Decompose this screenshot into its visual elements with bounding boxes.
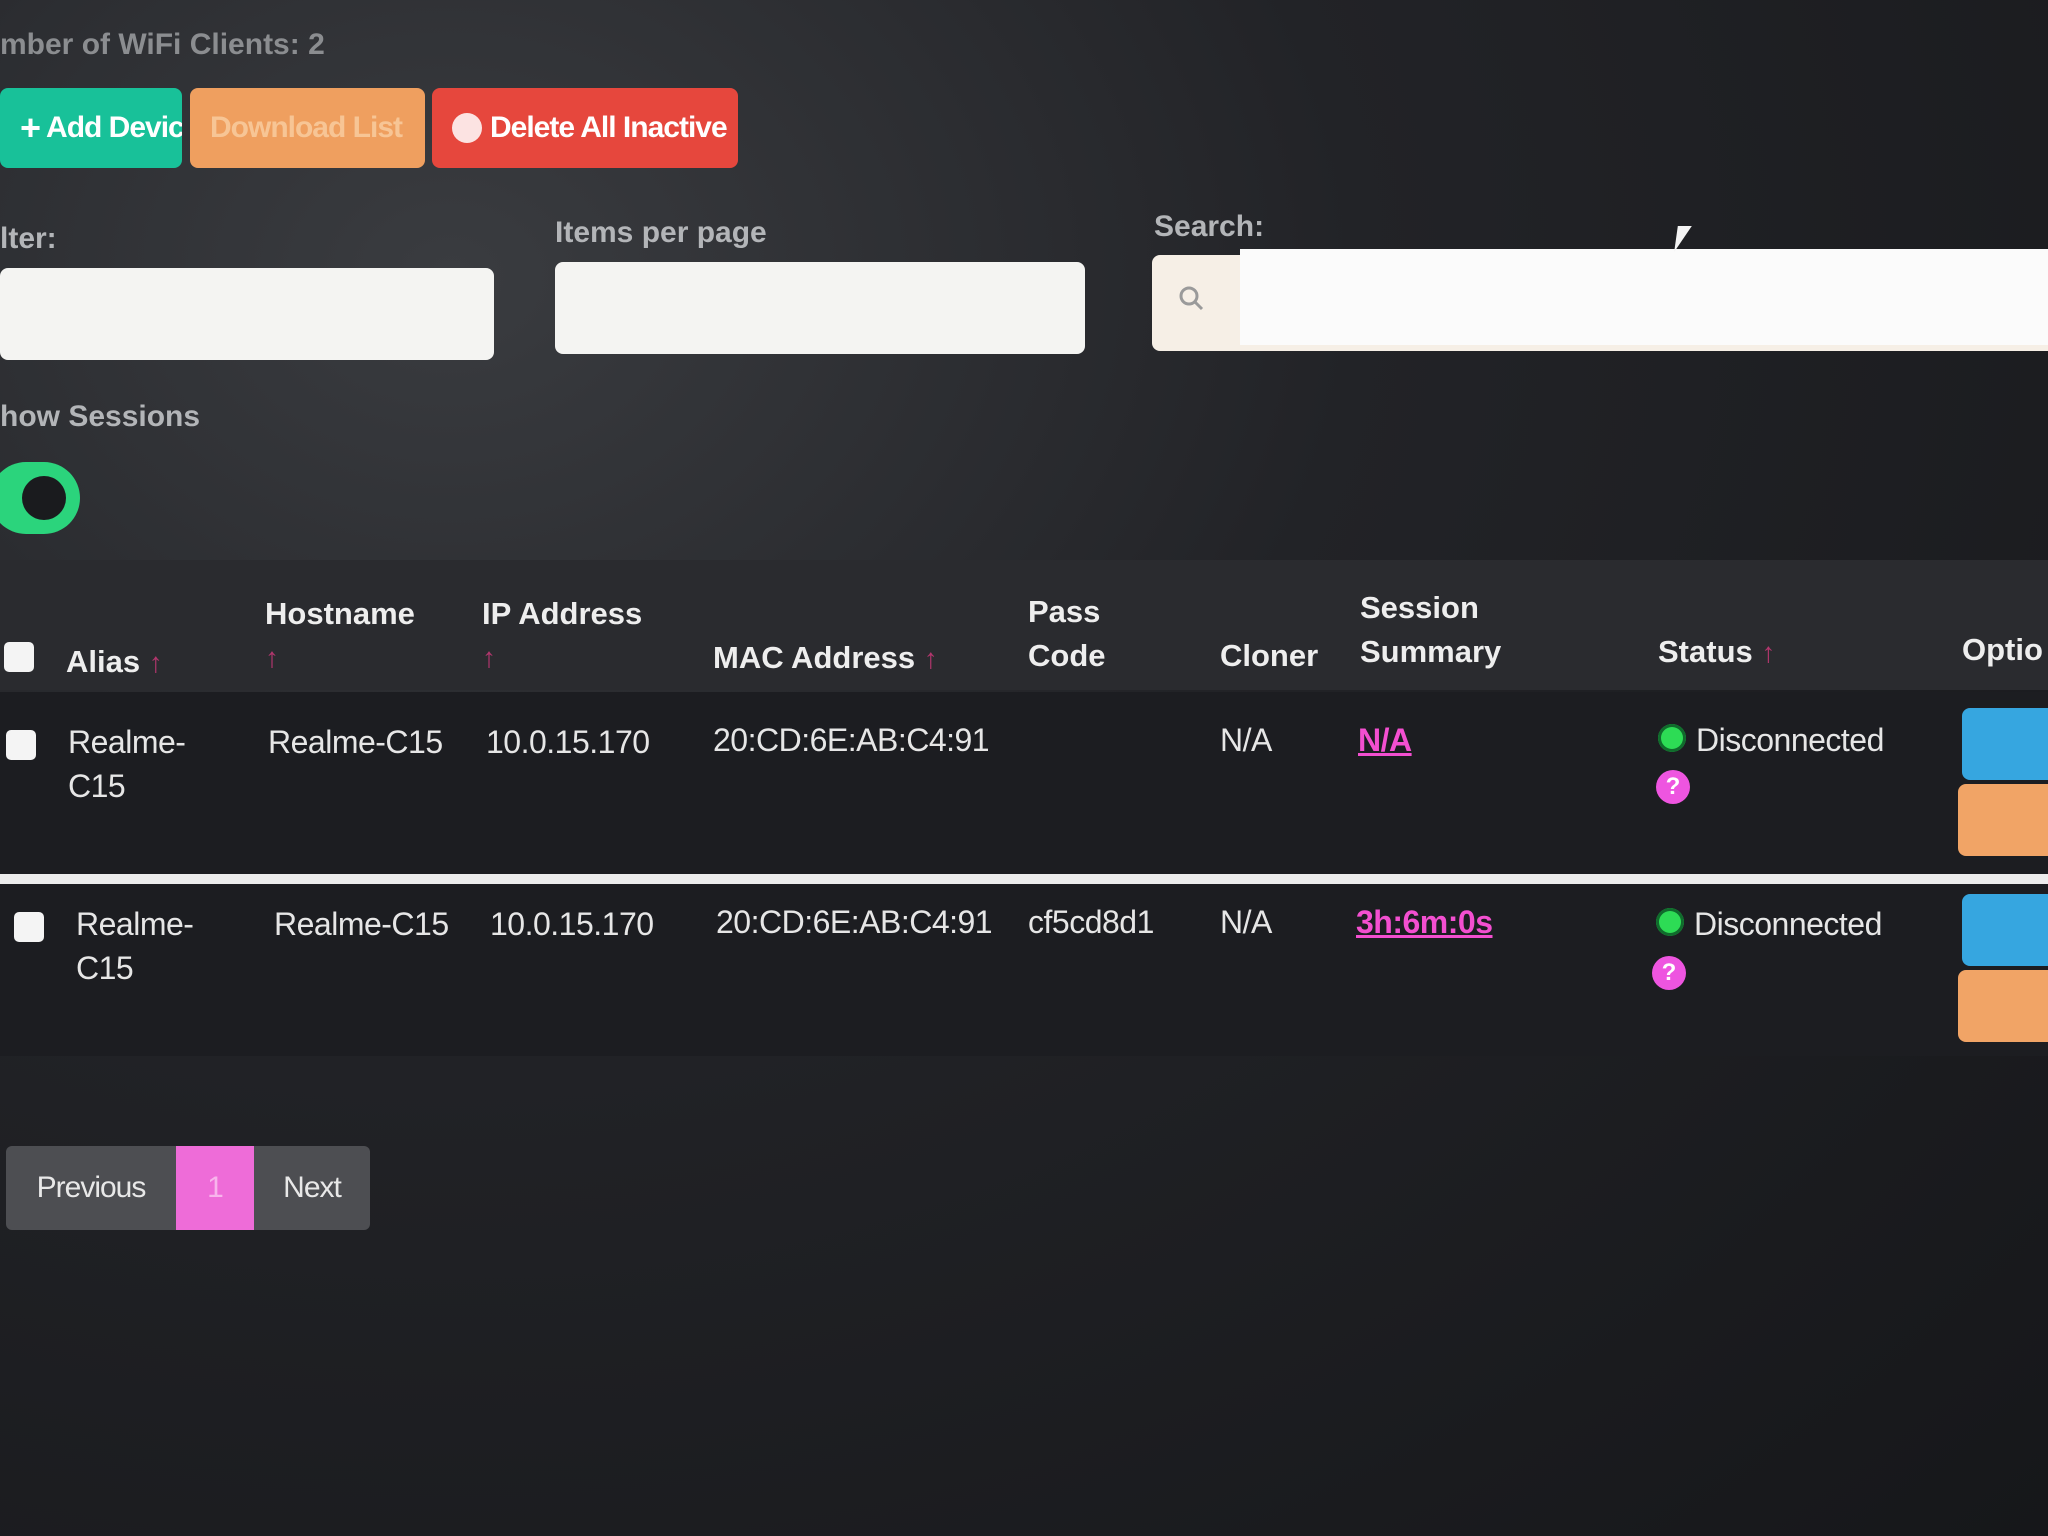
session-summary-link[interactable]: 3h:6m:0s <box>1356 900 1493 944</box>
add-device-button[interactable]: + Add Device <box>0 88 182 168</box>
search-input[interactable] <box>1240 249 2048 345</box>
header-hostname[interactable]: Hostname ↑ <box>265 592 415 680</box>
cell-ip: 10.0.15.170 <box>486 724 650 760</box>
sort-arrow-icon: ↑ <box>482 642 496 673</box>
cell-cloner: N/A <box>1220 722 1272 758</box>
cell-cloner: N/A <box>1220 904 1272 940</box>
wifi-clients-count: mber of WiFi Clients: 2 <box>0 28 325 61</box>
help-icon[interactable]: ? <box>1656 770 1690 804</box>
cell-alias: Realme- C15 <box>76 906 194 986</box>
items-per-page-label: Items per page <box>555 216 767 249</box>
cell-pass-code: cf5cd8d1 <box>1028 904 1154 940</box>
delete-all-inactive-button[interactable]: Delete All Inactive <box>432 88 738 168</box>
filter-label: lter: <box>0 222 57 255</box>
pagination: Previous 1 Next <box>6 1146 370 1230</box>
header-pass-code[interactable]: Pass Code <box>1028 590 1106 678</box>
cell-status: Disconnected <box>1696 722 1884 758</box>
session-summary-link[interactable]: N/A <box>1358 718 1412 762</box>
header-mac-address[interactable]: MAC Address ↑ <box>713 636 938 681</box>
status-dot-icon <box>1656 908 1684 936</box>
edit-button[interactable] <box>1958 784 2048 856</box>
header-status[interactable]: Status ↑ <box>1658 630 1775 675</box>
plus-icon: + <box>20 107 41 148</box>
cell-hostname: Realme-C15 <box>274 906 449 942</box>
help-icon[interactable]: ? <box>1652 956 1686 990</box>
row-divider <box>0 874 2048 884</box>
page-1-button[interactable]: 1 <box>176 1146 254 1230</box>
download-list-button[interactable]: Download List <box>190 88 425 168</box>
search-box[interactable] <box>1152 249 2048 351</box>
show-sessions-label: how Sessions <box>0 400 201 433</box>
table-header: Alias ↑ Hostname ↑ IP Address ↑ MAC Addr… <box>0 560 2048 690</box>
search-label: Search: <box>1154 210 1265 243</box>
toggle-knob <box>22 476 66 520</box>
filter-input[interactable] <box>0 268 494 360</box>
table-row: Realme- C15 Realme-C15 10.0.15.170 20:CD… <box>0 692 2048 874</box>
select-all-checkbox[interactable] <box>4 642 34 672</box>
table-row: Realme- C15 Realme-C15 10.0.15.170 20:CD… <box>0 884 2048 1056</box>
search-icon <box>1179 286 1204 311</box>
cell-status: Disconnected <box>1694 906 1882 942</box>
items-per-page-select[interactable] <box>555 262 1085 354</box>
header-options: Optio <box>1962 632 2043 667</box>
next-page-button[interactable]: Next <box>254 1146 370 1230</box>
cell-mac: 20:CD:6E:AB:C4:91 <box>716 904 993 940</box>
show-sessions-toggle[interactable] <box>0 462 80 534</box>
cell-hostname: Realme-C15 <box>268 724 443 760</box>
row-checkbox[interactable] <box>6 730 36 760</box>
cell-ip: 10.0.15.170 <box>490 906 654 942</box>
sort-arrow-icon: ↑ <box>923 643 938 674</box>
header-ip-address[interactable]: IP Address ↑ <box>482 592 642 680</box>
header-alias[interactable]: Alias ↑ <box>66 640 163 685</box>
header-session-summary[interactable]: Session Summary <box>1360 586 1501 674</box>
previous-page-button[interactable]: Previous <box>6 1146 176 1230</box>
trash-circle-icon <box>452 113 482 143</box>
cell-mac: 20:CD:6E:AB:C4:91 <box>713 722 990 758</box>
view-button[interactable] <box>1962 708 2048 780</box>
cell-alias: Realme- C15 <box>68 724 186 804</box>
sort-arrow-icon: ↑ <box>148 647 163 678</box>
sort-arrow-icon: ↑ <box>1761 637 1776 668</box>
row-checkbox[interactable] <box>14 912 44 942</box>
status-dot-icon <box>1658 724 1686 752</box>
sort-arrow-icon: ↑ <box>265 642 279 673</box>
view-button[interactable] <box>1962 894 2048 966</box>
header-cloner[interactable]: Cloner <box>1220 634 1318 678</box>
edit-button[interactable] <box>1958 970 2048 1042</box>
